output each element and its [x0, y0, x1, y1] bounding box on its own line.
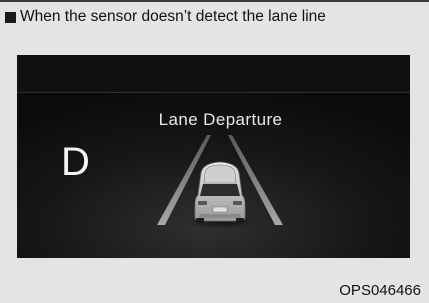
figure-code: OPS046466: [339, 282, 421, 299]
gear-indicator: D: [61, 140, 90, 184]
caption-text: When the sensor doesn’t detect the lane …: [20, 8, 326, 25]
lane-departure-label: Lane Departure: [158, 110, 283, 129]
car-icon: [194, 161, 246, 223]
bullet-square-icon: [5, 11, 16, 23]
instruction-panel: When the sensor doesn’t detect the lane …: [0, 0, 429, 303]
cluster-display: D Lane Departure: [17, 55, 410, 258]
caption-row: When the sensor doesn’t detect the lane …: [5, 8, 326, 26]
